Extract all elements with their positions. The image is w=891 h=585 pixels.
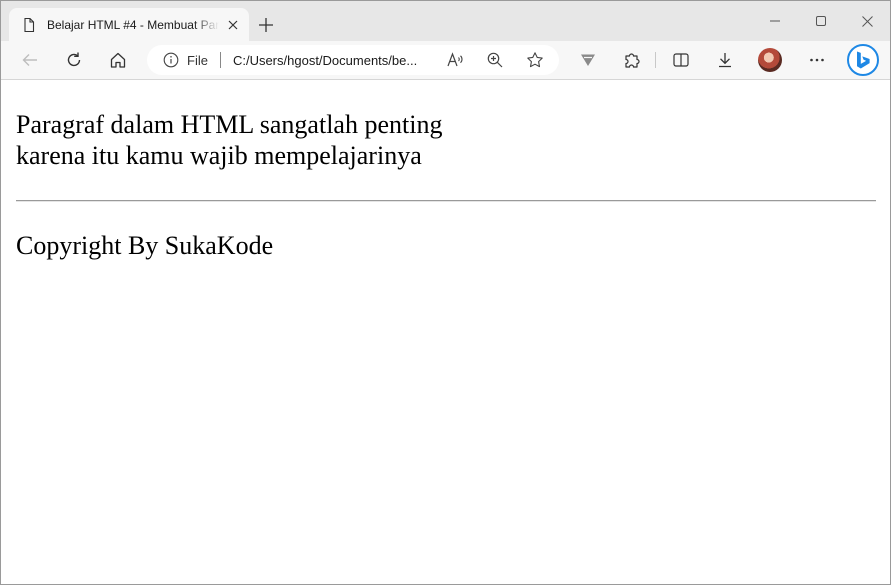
browser-window: Belajar HTML #4 - Membuat Paragraf xyxy=(0,0,891,585)
more-button[interactable] xyxy=(802,45,832,75)
address-bar[interactable]: File C:/Users/hgost/Documents/be... xyxy=(147,45,559,75)
split-screen-icon xyxy=(672,51,690,69)
avatar[interactable] xyxy=(758,48,782,72)
url-scheme: File xyxy=(187,52,208,68)
tab-active[interactable]: Belajar HTML #4 - Membuat Paragraf xyxy=(9,8,249,41)
arrow-left-icon xyxy=(21,51,39,69)
new-tab-button[interactable] xyxy=(255,14,277,36)
minimize-button[interactable] xyxy=(752,1,798,41)
home-icon xyxy=(109,51,127,69)
shield-icon xyxy=(579,51,597,69)
page-content: Paragraf dalam HTML sangatlah penting ka… xyxy=(1,81,890,584)
footer-text: Copyright By SukaKode xyxy=(16,231,274,260)
paragraph-line: karena itu kamu wajib mempelajarinya xyxy=(16,141,422,170)
url-text[interactable]: C:/Users/hgost/Documents/be... xyxy=(233,53,417,68)
close-window-button[interactable] xyxy=(844,1,890,41)
refresh-button[interactable] xyxy=(59,45,89,75)
vpn-button[interactable] xyxy=(573,45,603,75)
bing-button[interactable] xyxy=(847,44,879,76)
read-aloud-icon[interactable] xyxy=(443,48,467,72)
star-icon[interactable] xyxy=(523,48,547,72)
tab-title: Belajar HTML #4 - Membuat Paragraf xyxy=(47,17,219,32)
puzzle-icon xyxy=(623,51,641,69)
paragraph: Paragraf dalam HTML sangatlah penting ka… xyxy=(16,109,442,171)
more-icon xyxy=(808,51,826,69)
paragraph-line: Paragraf dalam HTML sangatlah penting xyxy=(16,110,443,139)
tab-strip: Belajar HTML #4 - Membuat Paragraf xyxy=(1,1,890,41)
refresh-icon xyxy=(65,51,83,69)
bing-icon xyxy=(854,50,872,70)
extensions-button[interactable] xyxy=(617,45,647,75)
info-icon[interactable] xyxy=(163,52,179,68)
page-icon xyxy=(21,17,37,33)
maximize-button[interactable] xyxy=(798,1,844,41)
address-separator xyxy=(219,52,221,68)
home-button[interactable] xyxy=(103,45,133,75)
split-screen-button[interactable] xyxy=(666,45,696,75)
browser-toolbar: File C:/Users/hgost/Documents/be... xyxy=(1,41,890,80)
horizontal-rule xyxy=(16,200,876,202)
downloads-button[interactable] xyxy=(710,45,740,75)
zoom-icon[interactable] xyxy=(483,48,507,72)
toolbar-divider xyxy=(655,52,656,68)
back-button[interactable] xyxy=(15,45,45,75)
download-icon xyxy=(716,51,734,69)
close-tab-icon[interactable] xyxy=(225,17,241,33)
